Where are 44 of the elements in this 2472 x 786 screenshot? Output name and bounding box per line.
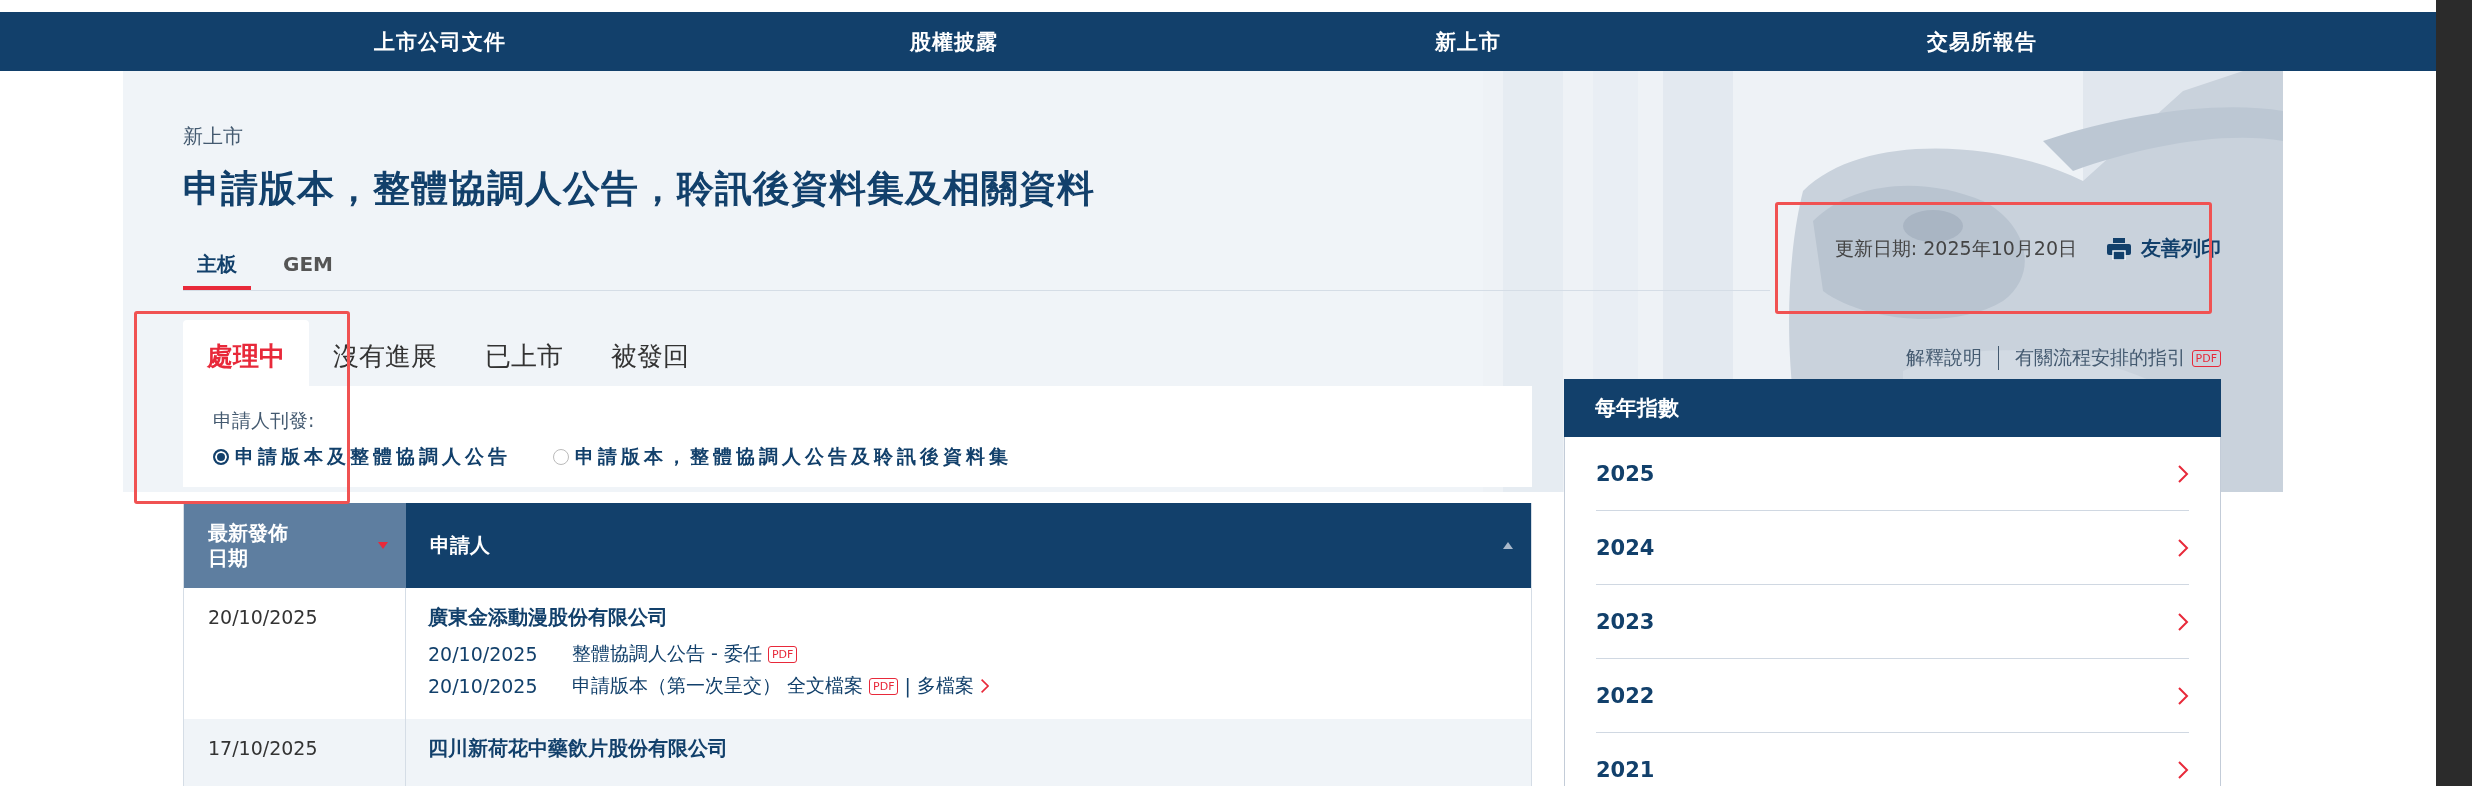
nav-link[interactable]: 上市公司文件 bbox=[374, 12, 506, 71]
chevron-right-icon bbox=[2177, 463, 2189, 484]
applicant-name: 廣東金添動漫股份有限公司 bbox=[428, 604, 668, 631]
pdf-badge[interactable]: PDF bbox=[767, 645, 798, 663]
document-date: 20/10/2025 bbox=[428, 643, 539, 665]
chevron-right-icon bbox=[2177, 759, 2189, 780]
document-date: 20/10/2025 bbox=[428, 675, 539, 697]
document-link[interactable]: 整體協調人公告 - 委任 bbox=[572, 641, 762, 667]
nav-link[interactable]: 新上市 bbox=[1435, 12, 1501, 71]
sort-up-icon[interactable] bbox=[1503, 542, 1513, 549]
status-tab[interactable]: 處理中 bbox=[183, 320, 309, 386]
update-date: 更新日期: 2025年10月20日 bbox=[1834, 236, 2077, 261]
info-link[interactable]: 有關流程安排的指引 bbox=[2014, 345, 2186, 371]
panel-header: 每年指數 bbox=[1564, 379, 2221, 437]
chevron-right-icon bbox=[2177, 611, 2189, 632]
pdf-badge[interactable]: PDF bbox=[869, 677, 899, 695]
date-cell: 17/10/2025 bbox=[184, 719, 406, 786]
year-link[interactable]: 2025 bbox=[1596, 437, 2189, 511]
chevron-right-icon bbox=[979, 678, 990, 694]
filter-label: 申請人刊發: bbox=[213, 408, 316, 433]
column-title: 申請人 bbox=[430, 533, 490, 558]
year-link[interactable]: 2023 bbox=[1596, 585, 2189, 659]
year-link[interactable]: 2024 bbox=[1596, 511, 2189, 585]
applicant-name: 四川新荷花中藥飲片股份有限公司 bbox=[428, 735, 728, 762]
nav-link[interactable]: 股權披露 bbox=[910, 12, 998, 71]
column-title: 最新發佈 日期 bbox=[208, 520, 288, 571]
more-files-link[interactable]: 多檔案 bbox=[916, 673, 974, 699]
page-title: 申請版本，整體協調人公告，聆訊後資料集及相關資料 bbox=[183, 166, 1096, 212]
breadcrumb-link[interactable]: 新上市 bbox=[183, 123, 243, 150]
radio-empty-icon[interactable] bbox=[553, 449, 569, 465]
document-link[interactable]: 申請版本（第一次呈交） 全文檔案 bbox=[572, 673, 864, 699]
status-tab[interactable]: 被發回 bbox=[587, 320, 713, 386]
status-tab[interactable]: 已上市 bbox=[461, 320, 587, 386]
board-tab[interactable]: GEM bbox=[269, 242, 347, 290]
year-link[interactable]: 2021 bbox=[1596, 733, 2189, 786]
chevron-right-icon bbox=[2177, 685, 2189, 706]
printer-icon bbox=[2107, 237, 2131, 260]
chevron-right-icon bbox=[2177, 537, 2189, 558]
radio-selected-icon[interactable] bbox=[213, 449, 229, 465]
column-header[interactable]: 最新發佈 日期 bbox=[184, 503, 406, 588]
info-link[interactable]: 解釋說明 bbox=[1905, 345, 1982, 371]
separator: | bbox=[904, 675, 911, 697]
nav-link[interactable]: 交易所報告 bbox=[1927, 12, 2037, 71]
year-link[interactable]: 2022 bbox=[1596, 659, 2189, 733]
